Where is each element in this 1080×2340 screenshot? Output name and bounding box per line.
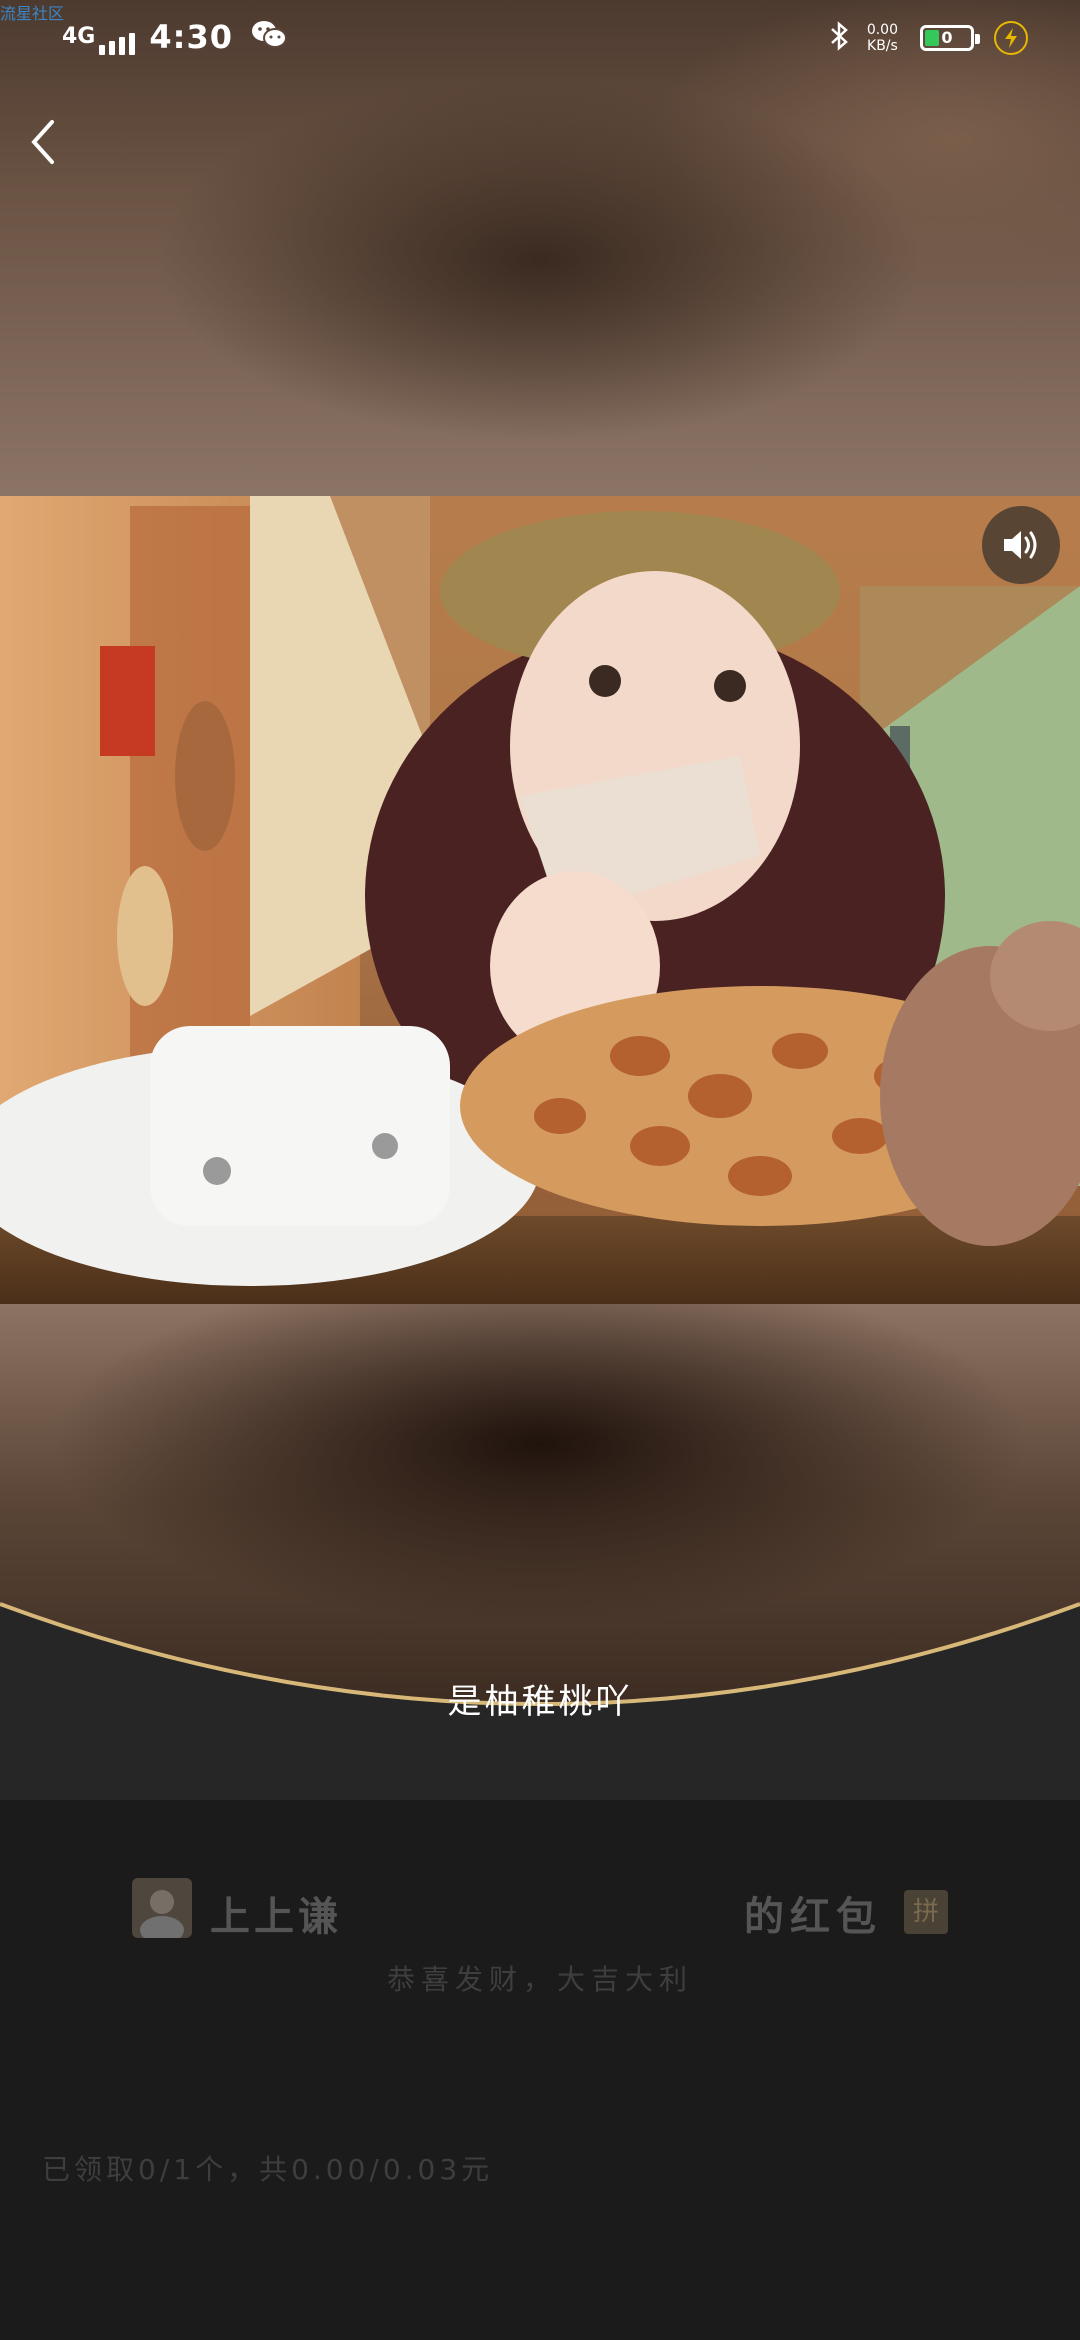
pin-badge: 拼 bbox=[904, 1890, 948, 1934]
sender-row: 上上谦 的红包 拼 bbox=[132, 1878, 948, 1940]
network-type: 4G bbox=[62, 24, 96, 49]
status-bar: 4G 4:30 0.00 KB/s 0 bbox=[0, 0, 1080, 80]
signal-icon bbox=[99, 19, 136, 55]
bluetooth-icon bbox=[829, 20, 851, 56]
red-packet-wish: 恭喜发财，大吉大利 bbox=[386, 1963, 693, 1996]
red-packet-title-suffix: 的红包 bbox=[744, 1894, 882, 1940]
clock: 4:30 bbox=[149, 18, 233, 56]
battery-level: 0 bbox=[941, 28, 953, 47]
cover-photo bbox=[0, 496, 1080, 1304]
red-packet-panel: 上上谦 的红包 拼 恭喜发财，大吉大利 已领取0/1个，共0.00/0.03元 bbox=[0, 1800, 1080, 2340]
speed-value: 0.00 bbox=[866, 22, 898, 38]
sound-toggle-button[interactable] bbox=[982, 506, 1060, 584]
battery-icon: 0 bbox=[920, 25, 980, 51]
received-summary: 已领取0/1个，共0.00/0.03元 bbox=[42, 2153, 494, 2186]
avatar bbox=[132, 1878, 192, 1938]
chevron-left-icon bbox=[31, 120, 54, 164]
back-button[interactable] bbox=[18, 112, 68, 172]
watermark-text: 流星社区 bbox=[0, 4, 65, 23]
speed-unit: KB/s bbox=[867, 38, 898, 54]
blurred-background-bottom bbox=[0, 1304, 1080, 1800]
sender-name: 上上谦 bbox=[210, 1894, 342, 1940]
charging-icon bbox=[994, 21, 1028, 55]
volume-icon bbox=[1004, 531, 1037, 559]
cover-caption: 是柚稚桃吖 bbox=[447, 1682, 633, 1722]
wechat-icon bbox=[251, 19, 287, 55]
network-speed: 0.00 KB/s bbox=[867, 22, 898, 54]
